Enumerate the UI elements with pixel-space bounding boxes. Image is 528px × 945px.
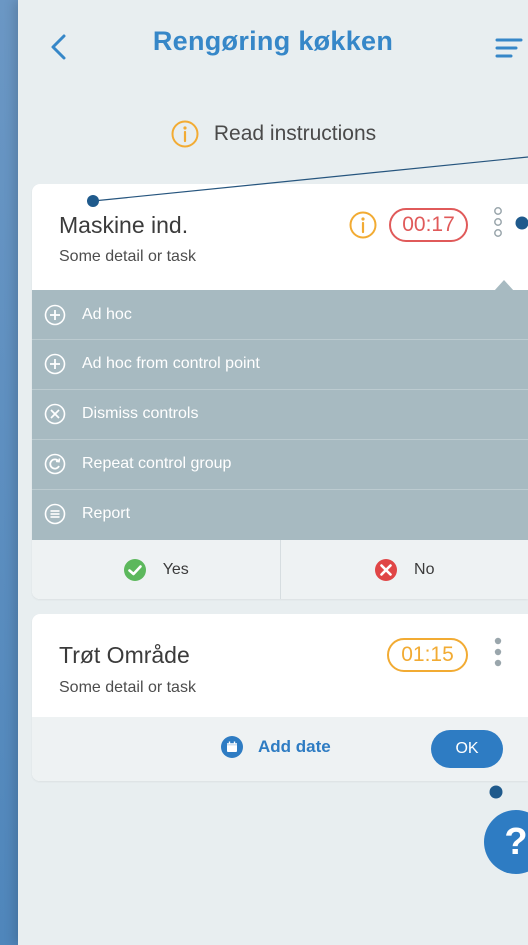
action-label: Ad hoc	[82, 305, 132, 323]
card-title: Maskine ind.	[59, 212, 189, 238]
header: Rengøring køkken	[18, 0, 528, 95]
ok-button[interactable]: OK	[431, 730, 503, 768]
read-instructions-link[interactable]: Read instructions	[18, 118, 528, 150]
yes-button[interactable]: Yes	[32, 540, 281, 599]
no-button[interactable]: No	[281, 540, 528, 599]
action-ad-hoc[interactable]: Ad hoc	[32, 290, 528, 339]
card-title: Trøt Område	[59, 642, 190, 668]
x-circle-icon	[44, 403, 66, 425]
plus-circle-icon	[44, 353, 66, 375]
task-card-trot-omrade[interactable]: Trøt Område Some detail or task 01:15 Ad…	[32, 614, 528, 781]
action-menu: Ad hoc Ad hoc from control point Dismiss…	[32, 290, 528, 540]
action-label: Dismiss controls	[82, 405, 199, 422]
plus-circle-icon	[44, 304, 66, 325]
action-dismiss-controls[interactable]: Dismiss controls	[32, 389, 528, 438]
x-circle-filled-icon	[375, 558, 398, 581]
report-circle-icon	[44, 503, 66, 525]
action-ad-hoc-from-control-point[interactable]: Ad hoc from control point	[32, 339, 528, 388]
yes-no-bar: Yes No	[32, 540, 528, 599]
timer-badge: 01:15	[387, 638, 468, 672]
kebab-menu-icon[interactable]	[490, 204, 512, 246]
card-footer: Add date OK	[32, 717, 528, 781]
action-label: Repeat control group	[82, 455, 232, 472]
action-report[interactable]: Report	[32, 489, 528, 538]
app-screen: Rengøring køkken Read instructions Maski…	[18, 0, 528, 945]
info-icon[interactable]	[348, 210, 378, 240]
action-repeat-control-group[interactable]: Repeat control group	[32, 439, 528, 488]
read-instructions-label: Read instructions	[213, 122, 377, 145]
calendar-icon	[221, 736, 243, 758]
timer-badge: 00:17	[389, 208, 468, 242]
add-date-label: Add date	[258, 737, 331, 756]
task-card-maskine[interactable]: Maskine ind. Some detail or task 00:17 A…	[32, 184, 528, 599]
page-title: Rengøring køkken	[152, 26, 394, 56]
yes-label: Yes	[162, 560, 189, 578]
add-date-button[interactable]: Add date	[220, 735, 331, 759]
repeat-circle-icon	[44, 453, 66, 475]
info-icon	[171, 120, 199, 148]
card-subtitle: Some detail or task	[59, 679, 196, 696]
filter-menu-icon[interactable]	[494, 34, 524, 62]
card-subtitle: Some detail or task	[59, 248, 196, 265]
no-label: No	[414, 560, 435, 578]
check-circle-icon	[123, 558, 146, 581]
action-label: Report	[82, 505, 131, 522]
kebab-menu-icon[interactable]	[490, 634, 512, 676]
action-label: Ad hoc from control point	[82, 355, 260, 372]
help-button[interactable]: ?	[484, 810, 528, 874]
